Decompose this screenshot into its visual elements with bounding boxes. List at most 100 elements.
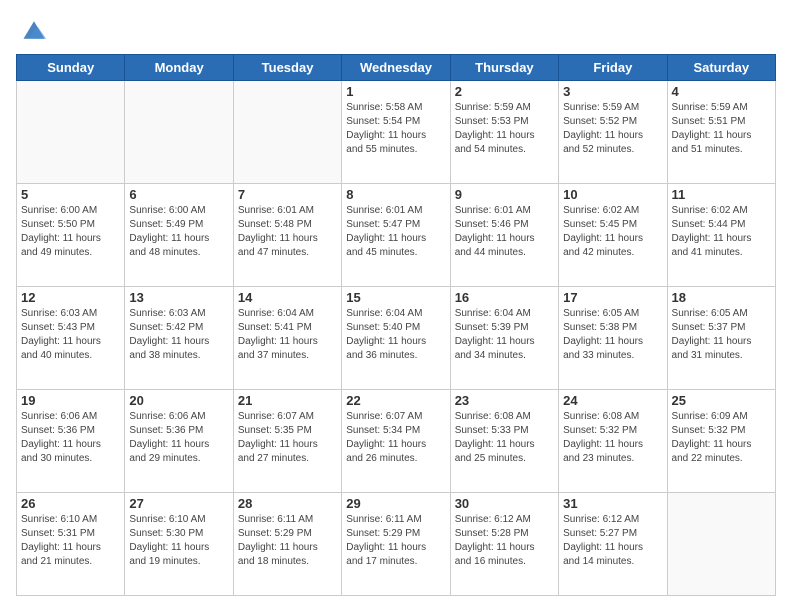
day-info: Sunrise: 6:01 AM Sunset: 5:48 PM Dayligh… — [238, 204, 337, 260]
calendar-cell — [17, 81, 125, 184]
weekday-header-friday: Friday — [559, 55, 667, 81]
day-info: Sunrise: 5:59 AM Sunset: 5:52 PM Dayligh… — [563, 101, 662, 157]
day-info: Sunrise: 6:06 AM Sunset: 5:36 PM Dayligh… — [21, 410, 120, 466]
calendar-cell: 16 Sunrise: 6:04 AM Sunset: 5:39 PM Dayli… — [450, 287, 558, 390]
day-number: 15 — [346, 290, 445, 305]
day-number: 21 — [238, 393, 337, 408]
logo-icon — [20, 16, 48, 44]
calendar-cell: 4 Sunrise: 5:59 AM Sunset: 5:51 PM Daylig… — [667, 81, 775, 184]
day-number: 14 — [238, 290, 337, 305]
day-info: Sunrise: 6:10 AM Sunset: 5:30 PM Dayligh… — [129, 513, 228, 569]
day-number: 1 — [346, 84, 445, 99]
calendar-cell: 22 Sunrise: 6:07 AM Sunset: 5:34 PM Dayli… — [342, 390, 450, 493]
day-number: 23 — [455, 393, 554, 408]
calendar-week-1: 5Sunrise: 6:00 AM Sunset: 5:50 PM Daylig… — [17, 184, 776, 287]
day-info: Sunrise: 6:04 AM Sunset: 5:41 PM Dayligh… — [238, 307, 337, 363]
calendar-cell: 27Sunrise: 6:10 AM Sunset: 5:30 PM Dayli… — [125, 493, 233, 596]
day-info: Sunrise: 6:00 AM Sunset: 5:50 PM Dayligh… — [21, 204, 120, 260]
day-info: Sunrise: 6:03 AM Sunset: 5:43 PM Dayligh… — [21, 307, 120, 363]
day-number: 30 — [455, 496, 554, 511]
day-info: Sunrise: 6:07 AM Sunset: 5:34 PM Dayligh… — [346, 410, 445, 466]
day-number: 4 — [672, 84, 771, 99]
day-info: Sunrise: 6:02 AM Sunset: 5:44 PM Dayligh… — [672, 204, 771, 260]
day-number: 20 — [129, 393, 228, 408]
calendar-cell: 24 Sunrise: 6:08 AM Sunset: 5:32 PM Dayli… — [559, 390, 667, 493]
header — [16, 16, 776, 44]
day-number: 8 — [346, 187, 445, 202]
day-number: 31 — [563, 496, 662, 511]
page: SundayMondayTuesdayWednesdayThursdayFrid… — [0, 0, 792, 612]
weekday-header-thursday: Thursday — [450, 55, 558, 81]
calendar-week-0: 1 Sunrise: 5:58 AM Sunset: 5:54 PM Daylig… — [17, 81, 776, 184]
day-number: 10 — [563, 187, 662, 202]
day-number: 9 — [455, 187, 554, 202]
day-info: Sunrise: 6:08 AM Sunset: 5:33 PM Dayligh… — [455, 410, 554, 466]
calendar-cell: 17Sunrise: 6:05 AM Sunset: 5:38 PM Dayli… — [559, 287, 667, 390]
calendar-week-3: 19 Sunrise: 6:06 AM Sunset: 5:36 PM Dayli… — [17, 390, 776, 493]
day-number: 19 — [21, 393, 120, 408]
calendar-header-row: SundayMondayTuesdayWednesdayThursdayFrid… — [17, 55, 776, 81]
calendar-cell: 28 Sunrise: 6:11 AM Sunset: 5:29 PM Dayli… — [233, 493, 341, 596]
calendar-cell — [667, 493, 775, 596]
calendar-cell: 31Sunrise: 6:12 AM Sunset: 5:27 PM Dayli… — [559, 493, 667, 596]
day-info: Sunrise: 6:12 AM Sunset: 5:28 PM Dayligh… — [455, 513, 554, 569]
day-info: Sunrise: 6:11 AM Sunset: 5:29 PM Dayligh… — [346, 513, 445, 569]
day-info: Sunrise: 6:07 AM Sunset: 5:35 PM Dayligh… — [238, 410, 337, 466]
weekday-header-sunday: Sunday — [17, 55, 125, 81]
weekday-header-saturday: Saturday — [667, 55, 775, 81]
logo-text — [16, 16, 48, 44]
day-info: Sunrise: 5:59 AM Sunset: 5:53 PM Dayligh… — [455, 101, 554, 157]
day-number: 17 — [563, 290, 662, 305]
day-info: Sunrise: 6:10 AM Sunset: 5:31 PM Dayligh… — [21, 513, 120, 569]
calendar-cell: 30 Sunrise: 6:12 AM Sunset: 5:28 PM Dayli… — [450, 493, 558, 596]
calendar-week-2: 12 Sunrise: 6:03 AM Sunset: 5:43 PM Dayli… — [17, 287, 776, 390]
calendar-cell: 26 Sunrise: 6:10 AM Sunset: 5:31 PM Dayli… — [17, 493, 125, 596]
day-info: Sunrise: 5:58 AM Sunset: 5:54 PM Dayligh… — [346, 101, 445, 157]
day-number: 13 — [129, 290, 228, 305]
calendar-cell: 11 Sunrise: 6:02 AM Sunset: 5:44 PM Dayli… — [667, 184, 775, 287]
calendar-cell: 13 Sunrise: 6:03 AM Sunset: 5:42 PM Dayli… — [125, 287, 233, 390]
calendar-cell: 7 Sunrise: 6:01 AM Sunset: 5:48 PM Daylig… — [233, 184, 341, 287]
calendar-week-4: 26 Sunrise: 6:10 AM Sunset: 5:31 PM Dayli… — [17, 493, 776, 596]
day-number: 16 — [455, 290, 554, 305]
day-info: Sunrise: 6:05 AM Sunset: 5:37 PM Dayligh… — [672, 307, 771, 363]
calendar-cell: 14 Sunrise: 6:04 AM Sunset: 5:41 PM Dayli… — [233, 287, 341, 390]
day-number: 26 — [21, 496, 120, 511]
day-info: Sunrise: 6:04 AM Sunset: 5:39 PM Dayligh… — [455, 307, 554, 363]
calendar-cell: 15 Sunrise: 6:04 AM Sunset: 5:40 PM Dayli… — [342, 287, 450, 390]
calendar-cell: 2Sunrise: 5:59 AM Sunset: 5:53 PM Daylig… — [450, 81, 558, 184]
calendar-cell: 9 Sunrise: 6:01 AM Sunset: 5:46 PM Daylig… — [450, 184, 558, 287]
day-number: 25 — [672, 393, 771, 408]
day-number: 12 — [21, 290, 120, 305]
day-number: 11 — [672, 187, 771, 202]
day-info: Sunrise: 6:00 AM Sunset: 5:49 PM Dayligh… — [129, 204, 228, 260]
day-info: Sunrise: 6:02 AM Sunset: 5:45 PM Dayligh… — [563, 204, 662, 260]
day-number: 22 — [346, 393, 445, 408]
day-number: 28 — [238, 496, 337, 511]
day-info: Sunrise: 6:03 AM Sunset: 5:42 PM Dayligh… — [129, 307, 228, 363]
weekday-header-tuesday: Tuesday — [233, 55, 341, 81]
day-info: Sunrise: 5:59 AM Sunset: 5:51 PM Dayligh… — [672, 101, 771, 157]
calendar-cell: 1 Sunrise: 5:58 AM Sunset: 5:54 PM Daylig… — [342, 81, 450, 184]
logo — [16, 16, 48, 44]
day-number: 7 — [238, 187, 337, 202]
calendar-cell: 25Sunrise: 6:09 AM Sunset: 5:32 PM Dayli… — [667, 390, 775, 493]
day-info: Sunrise: 6:01 AM Sunset: 5:46 PM Dayligh… — [455, 204, 554, 260]
day-number: 6 — [129, 187, 228, 202]
calendar-cell: 23 Sunrise: 6:08 AM Sunset: 5:33 PM Dayli… — [450, 390, 558, 493]
day-info: Sunrise: 6:11 AM Sunset: 5:29 PM Dayligh… — [238, 513, 337, 569]
day-info: Sunrise: 6:08 AM Sunset: 5:32 PM Dayligh… — [563, 410, 662, 466]
calendar-cell: 3Sunrise: 5:59 AM Sunset: 5:52 PM Daylig… — [559, 81, 667, 184]
calendar-cell — [125, 81, 233, 184]
day-info: Sunrise: 6:04 AM Sunset: 5:40 PM Dayligh… — [346, 307, 445, 363]
calendar-cell: 12 Sunrise: 6:03 AM Sunset: 5:43 PM Dayli… — [17, 287, 125, 390]
calendar-cell: 20Sunrise: 6:06 AM Sunset: 5:36 PM Dayli… — [125, 390, 233, 493]
calendar-cell: 19 Sunrise: 6:06 AM Sunset: 5:36 PM Dayli… — [17, 390, 125, 493]
weekday-header-wednesday: Wednesday — [342, 55, 450, 81]
calendar-cell: 29Sunrise: 6:11 AM Sunset: 5:29 PM Dayli… — [342, 493, 450, 596]
calendar-cell — [233, 81, 341, 184]
weekday-header-monday: Monday — [125, 55, 233, 81]
day-number: 24 — [563, 393, 662, 408]
calendar-cell: 6 Sunrise: 6:00 AM Sunset: 5:49 PM Daylig… — [125, 184, 233, 287]
calendar-cell: 5Sunrise: 6:00 AM Sunset: 5:50 PM Daylig… — [17, 184, 125, 287]
